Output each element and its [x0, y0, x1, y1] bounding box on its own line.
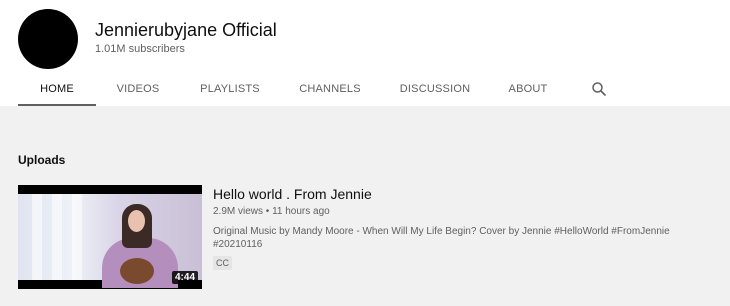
- tab-videos[interactable]: VIDEOS: [104, 72, 172, 106]
- cc-badge: CC: [213, 256, 232, 270]
- video-title[interactable]: Hello world . From Jennie: [213, 186, 372, 202]
- tab-about[interactable]: ABOUT: [498, 72, 558, 106]
- video-item: 4:44 Hello world . From Jennie 2.9M view…: [18, 185, 718, 289]
- uploads-heading[interactable]: Uploads: [18, 153, 65, 167]
- channel-avatar[interactable]: [18, 9, 78, 69]
- tab-discussion[interactable]: DISCUSSION: [392, 72, 478, 106]
- tab-playlists[interactable]: PLAYLISTS: [190, 72, 270, 106]
- subscriber-count: 1.01M subscribers: [95, 43, 185, 55]
- thumbnail-image: [18, 194, 202, 288]
- tab-home[interactable]: HOME: [18, 72, 96, 106]
- video-description: Original Music by Mandy Moore - When Wil…: [213, 226, 670, 250]
- video-meta: 2.9M views • 11 hours ago: [213, 206, 330, 217]
- video-thumbnail[interactable]: 4:44: [18, 185, 202, 289]
- channel-tabs: HOME VIDEOS PLAYLISTS CHANNELS DISCUSSIO…: [0, 72, 730, 106]
- channel-name: Jennierubyjane Official: [95, 20, 277, 40]
- tab-channels[interactable]: CHANNELS: [290, 72, 370, 106]
- video-duration: 4:44: [171, 271, 198, 284]
- search-icon[interactable]: [590, 80, 608, 98]
- channel-header: Jennierubyjane Official 1.01M subscriber…: [0, 0, 730, 106]
